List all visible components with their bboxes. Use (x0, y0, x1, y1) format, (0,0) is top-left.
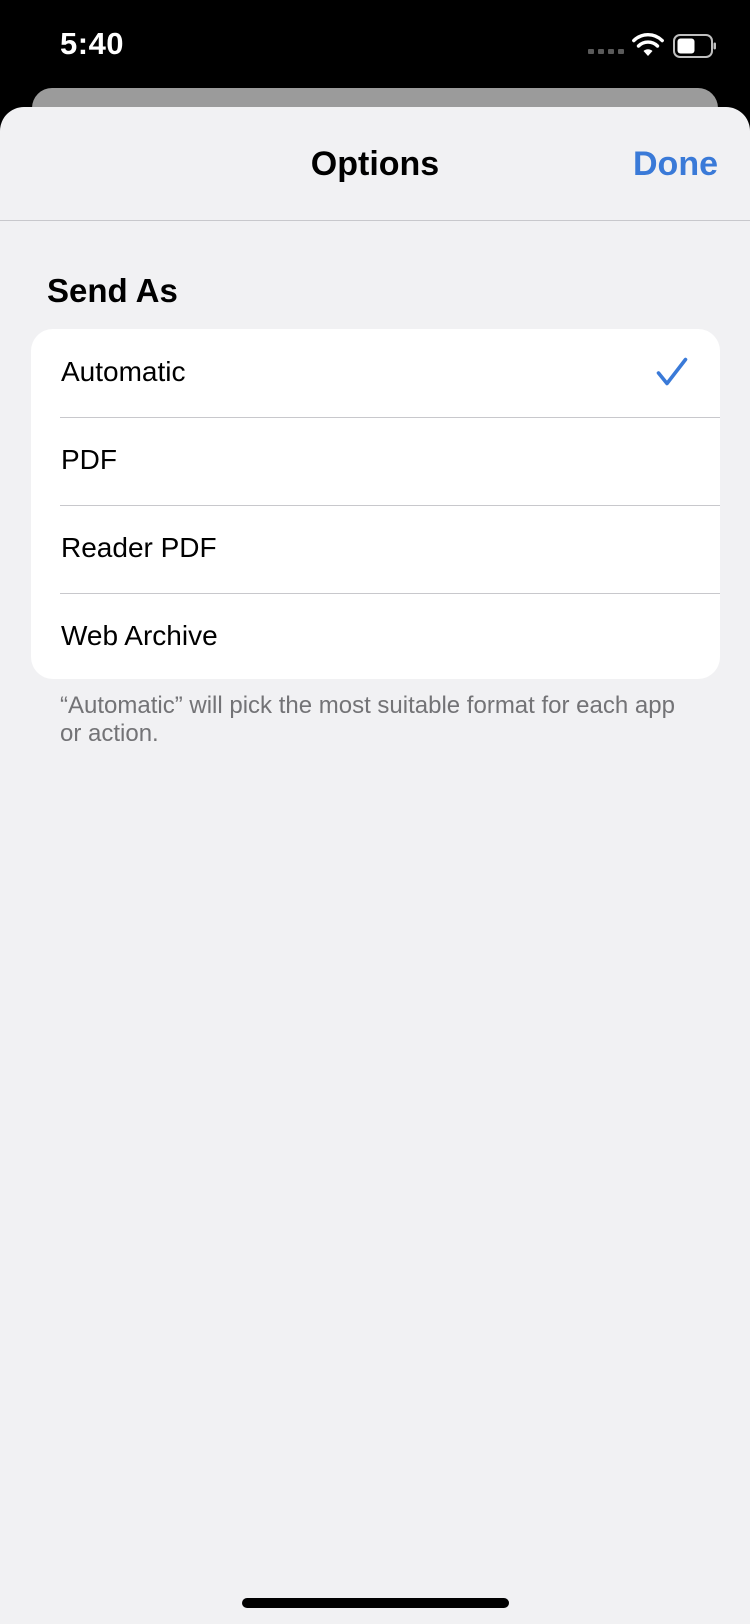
send-as-options-list: Automatic PDF Reader PDF Web Archive (31, 329, 720, 679)
option-automatic[interactable]: Automatic (31, 329, 720, 417)
battery-icon (673, 34, 716, 58)
options-sheet: Options Done Send As Automatic PDF Reade… (0, 107, 750, 1624)
wifi-icon (632, 33, 664, 56)
status-bar: 5:40 (0, 0, 750, 90)
option-web-archive[interactable]: Web Archive (31, 593, 720, 679)
checkmark-icon (656, 357, 688, 386)
home-indicator[interactable] (242, 1598, 509, 1608)
option-label: Reader PDF (61, 532, 217, 563)
done-button[interactable]: Done (633, 145, 718, 184)
option-pdf[interactable]: PDF (31, 417, 720, 505)
cellular-signal-icon (588, 49, 624, 54)
status-time: 5:40 (60, 26, 125, 61)
option-label: PDF (61, 444, 117, 475)
navigation-bar: Options Done (0, 107, 750, 221)
option-label: Automatic (61, 356, 186, 387)
option-label: Web Archive (61, 620, 218, 651)
option-reader-pdf[interactable]: Reader PDF (31, 505, 720, 593)
section-footer-note: “Automatic” will pick the most suitable … (60, 692, 675, 747)
section-header-send-as: Send As (47, 272, 178, 309)
